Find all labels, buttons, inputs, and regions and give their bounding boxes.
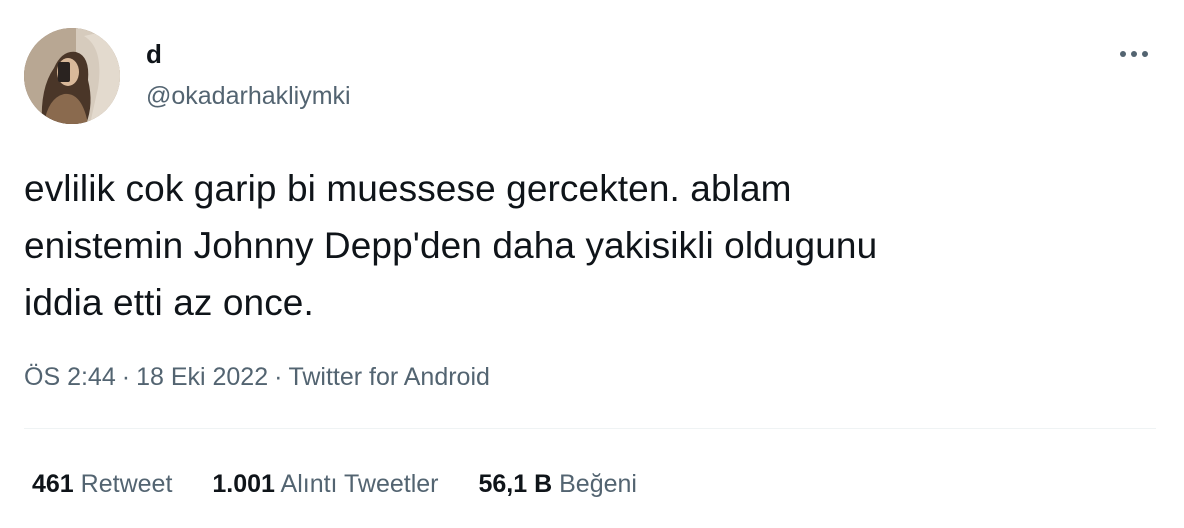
display-name[interactable]: d — [146, 38, 162, 70]
like-count: 56,1 B — [478, 470, 553, 498]
retweet-count: 461 — [32, 470, 74, 498]
more-horizontal-icon-dot — [1142, 51, 1148, 57]
meta-separator: · — [121, 363, 131, 391]
engagement-stats: 461 Retweet 1.001 Alıntı Tweetler 56,1 B… — [32, 467, 677, 501]
tweet-card: d @okadarhakliymki evlilik cok garip bi … — [0, 0, 1184, 528]
retweet-label: Retweet — [80, 470, 173, 498]
more-options-button[interactable] — [1112, 36, 1156, 72]
tweet-source[interactable]: Twitter for Android — [288, 363, 489, 391]
quote-tweet-stat[interactable]: 1.001 Alıntı Tweetler — [212, 467, 438, 501]
meta-separator: · — [274, 363, 283, 391]
more-horizontal-icon-dot — [1131, 51, 1137, 57]
tweet-date[interactable]: 18 Eki 2022 — [136, 363, 268, 391]
like-label: Beğeni — [559, 470, 637, 498]
avatar-photo — [24, 28, 120, 124]
user-handle[interactable]: @okadarhakliymki — [146, 80, 351, 112]
retweet-stat[interactable]: 461 Retweet — [32, 467, 172, 501]
quote-tweet-label: Alıntı Tweetler — [280, 470, 439, 498]
tweet-time[interactable]: ÖS 2:44 — [24, 363, 116, 391]
more-horizontal-icon — [1120, 51, 1126, 57]
tweet-metadata: ÖS 2:44 · 18 Eki 2022 · Twitter for Android — [24, 360, 490, 394]
tweet-text: evlilik cok garip bi muessese gercekten.… — [24, 168, 878, 323]
quote-tweet-count: 1.001 — [212, 470, 275, 498]
avatar[interactable] — [24, 28, 120, 124]
like-stat[interactable]: 56,1 B Beğeni — [478, 467, 636, 501]
divider — [24, 428, 1156, 429]
